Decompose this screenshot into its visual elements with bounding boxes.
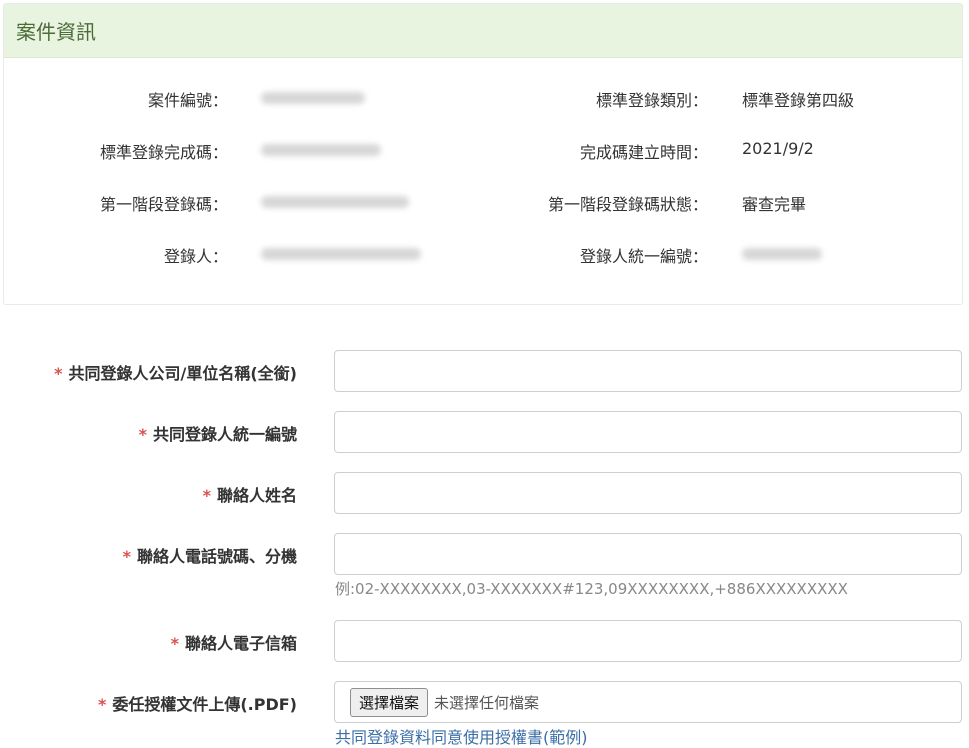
upload-label: * 委任授權文件上傳(.PDF) (97, 695, 297, 714)
phone-input[interactable] (334, 533, 962, 575)
completion-code-label: 標準登錄完成碼： (99, 143, 228, 162)
required-mark: * (54, 364, 63, 383)
stage1-code-value (261, 191, 409, 210)
completion-time-label: 完成碼建立時間： (579, 143, 708, 162)
registration-category-label: 標準登錄類別： (595, 91, 708, 110)
registration-category-value: 標準登錄第四級 (742, 91, 855, 110)
file-upload-field[interactable]: 選擇檔案 未選擇任何檔案 (334, 681, 962, 723)
stage1-status-label: 第一階段登錄碼狀態： (547, 195, 708, 214)
registrant-value (261, 243, 421, 262)
company-name-input[interactable] (334, 350, 962, 392)
company-name-label: * 共同登錄人公司/單位名稱(全銜) (54, 364, 297, 383)
info-row-stage1-code: 第一階段登錄碼： 第一階段登錄碼狀態： 審查完畢 (4, 191, 962, 219)
info-row-case-number: 案件編號： 標準登錄類別： 標準登錄第四級 (4, 87, 962, 115)
email-label: * 聯絡人電子信箱 (170, 634, 297, 653)
contact-name-input[interactable] (334, 472, 962, 514)
info-row-completion-code: 標準登錄完成碼： 完成碼建立時間： 2021/9/2 (4, 139, 962, 167)
contact-name-label: * 聯絡人姓名 (202, 486, 297, 505)
required-mark: * (138, 425, 147, 444)
stage1-code-label: 第一階段登錄碼： (99, 195, 228, 214)
completion-code-value (261, 139, 381, 158)
info-row-registrant: 登錄人： 登錄人統一編號： (4, 243, 962, 271)
registrant-tax-id-label: 登錄人統一編號： (579, 247, 708, 266)
tax-id-label: * 共同登錄人統一編號 (138, 425, 297, 444)
panel-title: 案件資訊 (16, 20, 96, 44)
required-mark: * (122, 547, 131, 566)
phone-label: * 聯絡人電話號碼、分機 (122, 547, 297, 566)
tax-id-input[interactable] (334, 411, 962, 453)
email-input[interactable] (334, 620, 962, 662)
registrant-tax-id-value (742, 243, 822, 262)
required-mark: * (97, 695, 107, 714)
panel-header: 案件資訊 (4, 4, 962, 58)
phone-format-hint: 例:02-XXXXXXXX,03-XXXXXXX#123,09XXXXXXXX,… (335, 580, 848, 598)
completion-time-value: 2021/9/2 (742, 139, 814, 158)
case-info-panel: 案件資訊 案件編號： 標準登錄類別： 標準登錄第四級 標準登錄完成碼： 完成碼建… (3, 3, 963, 305)
authorization-sample-link[interactable]: 共同登錄資料同意使用授權書(範例) (335, 724, 588, 748)
file-status-text: 未選擇任何檔案 (434, 693, 540, 712)
required-mark: * (170, 634, 179, 653)
required-mark: * (202, 486, 211, 505)
case-number-label: 案件編號： (147, 91, 228, 110)
registrant-label: 登錄人： (163, 247, 228, 266)
choose-file-button[interactable]: 選擇檔案 (350, 687, 429, 717)
case-number-value (261, 87, 365, 106)
stage1-status-value: 審查完畢 (742, 195, 807, 214)
